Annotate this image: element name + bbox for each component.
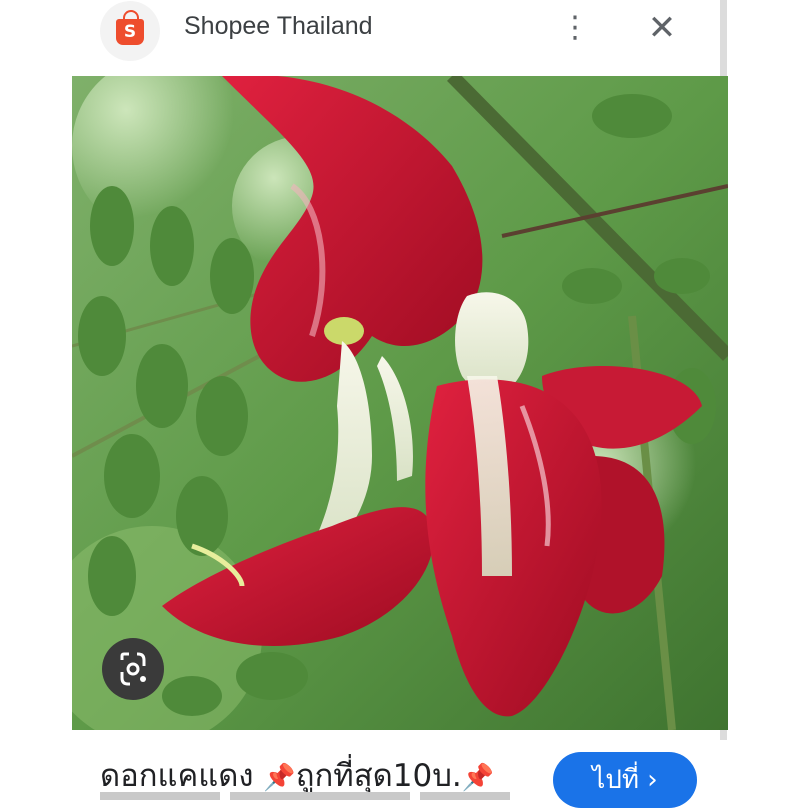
shopee-bag-icon: S <box>116 19 144 45</box>
pin-icon: 📌 <box>461 763 495 793</box>
lens-glyph <box>120 652 146 686</box>
preview-header: S Shopee Thailand ⋮ ✕ <box>0 0 800 62</box>
site-logo[interactable]: S <box>100 1 160 61</box>
caption-price: ถูกที่สุด10บ. <box>295 758 462 794</box>
google-lens-icon[interactable] <box>102 638 164 700</box>
flower-photo <box>72 76 728 730</box>
visit-label: ไปที่ <box>592 765 640 795</box>
product-image[interactable] <box>72 76 728 730</box>
pin-icon: 📌 <box>263 763 296 793</box>
caption-second-line <box>100 792 540 800</box>
close-icon[interactable]: ✕ <box>640 6 684 50</box>
site-name: Shopee Thailand <box>184 12 373 40</box>
chevron-right-icon: › <box>647 765 658 795</box>
more-vert-icon[interactable]: ⋮ <box>558 8 592 48</box>
caption-title: ดอกแคแดง <box>100 758 254 794</box>
